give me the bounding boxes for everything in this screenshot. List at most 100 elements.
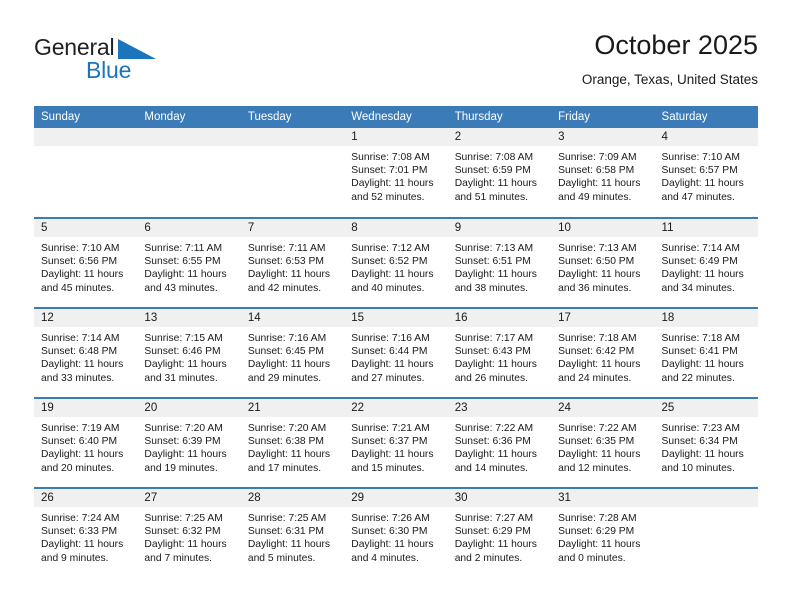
day-sun-info-line: Sunrise: 7:22 AM: [454, 423, 534, 434]
day-cell-inner: 7 Sunrise: 7:11 AM Sunset: 6:53 PM Daylight…: [240, 219, 345, 307]
day-cell-inner: 14 Sunrise: 7:16 AM Sunset: 6:45 PM Dayligh…: [240, 309, 345, 397]
calendar-day-cell[interactable]: 10 Sunrise: 7:13 AM Sunset: 6:50 PM Dayligh…: [551, 217, 655, 308]
day-cell-inner: 25 Sunrise: 7:23 AM Sunset: 6:34 PM Dayligh…: [654, 399, 758, 487]
calendar-day-cell[interactable]: 3 Sunrise: 7:09 AM Sunset: 6:58 PM Daylight…: [551, 128, 655, 218]
calendar-day-cell[interactable]: 18 Sunrise: 7:18 AM Sunset: 6:41 PM Dayligh…: [654, 307, 758, 398]
day-number: 30: [447, 489, 552, 507]
day-sun-info-line: Daylight: 11 hours: [351, 359, 434, 371]
day-number: 16: [447, 309, 552, 327]
day-sun-info-line: Sunrise: 7:09 AM: [558, 152, 637, 163]
day-sun-info: Sunrise: 7:15 AM Sunset: 6:46 PM Daylight:…: [137, 327, 240, 385]
day-sun-info-line: Sunset: 6:31 PM: [247, 526, 324, 538]
day-cell-inner: 18 Sunrise: 7:18 AM Sunset: 6:41 PM Dayligh…: [654, 309, 758, 397]
day-cell-inner: 2 Sunrise: 7:08 AM Sunset: 6:59 PM Daylight…: [447, 128, 552, 217]
calendar-day-cell[interactable]: 31 Sunrise: 7:28 AM Sunset: 6:29 PM Dayligh…: [551, 487, 655, 578]
day-sun-info-line: Sunset: 6:39 PM: [144, 436, 221, 448]
day-sun-info-line: Sunrise: 7:23 AM: [661, 423, 740, 434]
day-sun-info-line: Sunset: 7:01 PM: [351, 165, 428, 177]
day-cell-inner: 9 Sunrise: 7:13 AM Sunset: 6:51 PM Daylight…: [447, 219, 552, 307]
day-sun-info-line: and 40 minutes.: [351, 282, 425, 294]
day-sun-info-line: Sunset: 6:40 PM: [41, 436, 118, 448]
day-sun-info: Sunrise: 7:08 AM Sunset: 7:01 PM Daylight:…: [344, 146, 447, 204]
day-sun-info-line: Sunrise: 7:15 AM: [144, 333, 223, 344]
day-sun-info-line: Daylight: 11 hours: [661, 178, 744, 190]
weekday-header-saturday: Saturday: [654, 106, 758, 128]
calendar-day-cell[interactable]: 2 Sunrise: 7:08 AM Sunset: 6:59 PM Daylight…: [447, 128, 552, 218]
calendar-day-cell[interactable]: 28 Sunrise: 7:25 AM Sunset: 6:31 PM Dayligh…: [240, 487, 345, 578]
day-sun-info-line: Sunrise: 7:08 AM: [351, 152, 430, 163]
day-sun-info-line: Daylight: 11 hours: [661, 269, 744, 281]
calendar-day-cell[interactable]: 20 Sunrise: 7:20 AM Sunset: 6:39 PM Dayligh…: [137, 397, 241, 488]
weekday-header-tuesday: Tuesday: [240, 106, 345, 128]
calendar-day-cell[interactable]: 9 Sunrise: 7:13 AM Sunset: 6:51 PM Daylight…: [447, 217, 552, 308]
calendar-empty-cell: [34, 128, 138, 218]
day-sun-info-line: Sunset: 6:29 PM: [558, 526, 635, 538]
day-sun-info: Sunrise: 7:11 AM Sunset: 6:55 PM Daylight:…: [137, 237, 240, 295]
day-number: 27: [137, 489, 241, 507]
calendar-day-cell[interactable]: 15 Sunrise: 7:16 AM Sunset: 6:44 PM Dayligh…: [344, 307, 448, 398]
calendar-day-cell[interactable]: 27 Sunrise: 7:25 AM Sunset: 6:32 PM Dayligh…: [137, 487, 241, 578]
calendar-day-cell[interactable]: 5 Sunrise: 7:10 AM Sunset: 6:56 PM Daylight…: [34, 217, 138, 308]
day-sun-info-line: Daylight: 11 hours: [41, 359, 124, 371]
day-sun-info-line: and 34 minutes.: [661, 282, 735, 294]
day-sun-info-line: Daylight: 11 hours: [351, 269, 434, 281]
brand-logo[interactable]: General Blue: [34, 34, 264, 82]
day-sun-info-line: and 29 minutes.: [247, 372, 322, 384]
day-sun-info: Sunrise: 7:21 AM Sunset: 6:37 PM Daylight:…: [344, 417, 447, 475]
day-sun-info-line: Daylight: 11 hours: [41, 539, 124, 551]
day-sun-info-line: and 43 minutes.: [144, 282, 218, 294]
calendar-day-cell[interactable]: 14 Sunrise: 7:16 AM Sunset: 6:45 PM Dayligh…: [240, 307, 345, 398]
calendar-day-cell[interactable]: 21 Sunrise: 7:20 AM Sunset: 6:38 PM Dayligh…: [240, 397, 345, 488]
calendar-day-cell[interactable]: 26 Sunrise: 7:24 AM Sunset: 6:33 PM Dayligh…: [34, 487, 138, 578]
day-sun-info-line: Daylight: 11 hours: [144, 449, 227, 461]
day-number: 26: [34, 489, 138, 507]
calendar-day-cell[interactable]: 12 Sunrise: 7:14 AM Sunset: 6:48 PM Dayligh…: [34, 307, 138, 398]
day-sun-info-line: and 12 minutes.: [558, 462, 632, 474]
day-number: 22: [344, 399, 448, 417]
calendar-day-cell[interactable]: 22 Sunrise: 7:21 AM Sunset: 6:37 PM Dayligh…: [344, 397, 448, 488]
day-sun-info-line: Sunset: 6:51 PM: [454, 256, 531, 268]
day-sun-info-line: and 33 minutes.: [41, 372, 115, 384]
calendar-day-cell[interactable]: 23 Sunrise: 7:22 AM Sunset: 6:36 PM Dayligh…: [447, 397, 552, 488]
day-number: [137, 128, 241, 146]
day-sun-info-line: Sunset: 6:45 PM: [247, 346, 324, 358]
day-sun-info-line: and 52 minutes.: [351, 191, 425, 203]
calendar-day-cell[interactable]: 11 Sunrise: 7:14 AM Sunset: 6:49 PM Dayligh…: [654, 217, 758, 308]
day-sun-info: Sunrise: 7:12 AM Sunset: 6:52 PM Daylight:…: [344, 237, 447, 295]
day-number: 14: [240, 309, 345, 327]
day-sun-info-line: Daylight: 11 hours: [144, 359, 227, 371]
calendar-day-cell[interactable]: 8 Sunrise: 7:12 AM Sunset: 6:52 PM Daylight…: [344, 217, 448, 308]
day-sun-info: Sunrise: 7:08 AM Sunset: 6:59 PM Daylight:…: [448, 146, 551, 204]
calendar-day-cell[interactable]: 25 Sunrise: 7:23 AM Sunset: 6:34 PM Dayligh…: [654, 397, 758, 488]
day-number: 12: [34, 309, 138, 327]
day-sun-info-line: and 2 minutes.: [454, 552, 523, 564]
day-sun-info: Sunrise: 7:28 AM Sunset: 6:29 PM Daylight:…: [551, 507, 654, 565]
day-sun-info-line: and 47 minutes.: [661, 191, 735, 203]
day-sun-info-line: Daylight: 11 hours: [41, 449, 124, 461]
day-sun-info: Sunrise: 7:13 AM Sunset: 6:50 PM Daylight:…: [551, 237, 654, 295]
calendar-day-cell[interactable]: 29 Sunrise: 7:26 AM Sunset: 6:30 PM Dayligh…: [344, 487, 448, 578]
day-sun-info-line: Sunrise: 7:19 AM: [41, 423, 120, 434]
calendar-day-cell[interactable]: 30 Sunrise: 7:27 AM Sunset: 6:29 PM Dayligh…: [447, 487, 552, 578]
calendar-day-cell[interactable]: 4 Sunrise: 7:10 AM Sunset: 6:57 PM Daylight…: [654, 128, 758, 218]
calendar-day-cell[interactable]: 1 Sunrise: 7:08 AM Sunset: 7:01 PM Daylight…: [344, 128, 448, 218]
day-sun-info-line: Daylight: 11 hours: [247, 539, 331, 551]
day-sun-info-line: Sunset: 6:52 PM: [351, 256, 428, 268]
calendar-day-cell[interactable]: 17 Sunrise: 7:18 AM Sunset: 6:42 PM Dayligh…: [551, 307, 655, 398]
day-sun-info-line: and 10 minutes.: [661, 462, 735, 474]
calendar-day-cell[interactable]: 6 Sunrise: 7:11 AM Sunset: 6:55 PM Daylight…: [137, 217, 241, 308]
day-cell-inner: [654, 489, 758, 578]
day-sun-info-line: Daylight: 11 hours: [661, 359, 744, 371]
day-number: 31: [551, 489, 655, 507]
calendar-day-cell[interactable]: 7 Sunrise: 7:11 AM Sunset: 6:53 PM Daylight…: [240, 217, 345, 308]
day-cell-inner: [137, 128, 241, 217]
day-sun-info-line: Daylight: 11 hours: [247, 449, 331, 461]
calendar-day-cell[interactable]: 24 Sunrise: 7:22 AM Sunset: 6:35 PM Dayligh…: [551, 397, 655, 488]
calendar-day-cell[interactable]: 19 Sunrise: 7:19 AM Sunset: 6:40 PM Dayligh…: [34, 397, 138, 488]
day-sun-info-line: Sunrise: 7:20 AM: [247, 423, 327, 434]
calendar-day-cell[interactable]: 16 Sunrise: 7:17 AM Sunset: 6:43 PM Dayligh…: [447, 307, 552, 398]
day-sun-info-line: Sunrise: 7:08 AM: [454, 152, 534, 163]
day-cell-inner: 15 Sunrise: 7:16 AM Sunset: 6:44 PM Dayligh…: [344, 309, 448, 397]
day-cell-inner: 17 Sunrise: 7:18 AM Sunset: 6:42 PM Dayligh…: [551, 309, 655, 397]
calendar-day-cell[interactable]: 13 Sunrise: 7:15 AM Sunset: 6:46 PM Dayligh…: [137, 307, 241, 398]
